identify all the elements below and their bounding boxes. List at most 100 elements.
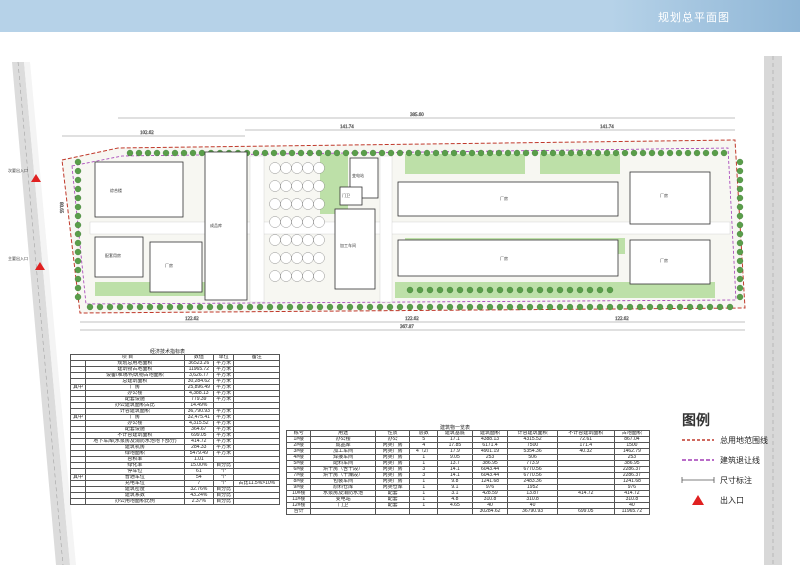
- tree: [266, 303, 274, 311]
- tree: [74, 158, 82, 166]
- storage-tank: [280, 216, 292, 228]
- tree: [297, 149, 305, 157]
- legend-item: 总用地范围线: [680, 434, 790, 448]
- table-cell: 平方米: [212, 366, 235, 373]
- tree: [342, 149, 350, 157]
- building-label: 综合楼: [110, 187, 122, 193]
- tree: [626, 303, 634, 311]
- tree: [406, 303, 414, 311]
- table-cell: 平方米: [212, 432, 235, 439]
- legend-label: 出入口: [720, 496, 744, 505]
- table-cell: 4,315.52: [183, 420, 214, 427]
- tree: [566, 303, 574, 311]
- tree: [74, 185, 82, 193]
- tree: [441, 149, 449, 157]
- tree: [276, 303, 284, 311]
- table-cell: 平方米: [212, 414, 235, 421]
- tree: [351, 149, 359, 157]
- table-cell: 平方米: [212, 378, 235, 385]
- tree: [406, 286, 414, 294]
- tree: [226, 303, 234, 311]
- table-cell: [70, 498, 86, 505]
- tree: [606, 303, 614, 311]
- storage-tank: [269, 270, 281, 282]
- tree: [252, 149, 260, 157]
- tree: [646, 303, 654, 311]
- tree: [546, 303, 554, 311]
- tree: [74, 212, 82, 220]
- storage-tank: [313, 234, 325, 246]
- tree: [496, 303, 504, 311]
- table-cell: 30,284.62: [183, 378, 214, 385]
- tree: [369, 149, 377, 157]
- tree: [296, 303, 304, 311]
- table-row: 办公用地面积比例 2.37% 百分比: [70, 498, 280, 505]
- title-bar: 规划总平面图: [0, 0, 800, 32]
- tree: [346, 303, 354, 311]
- building-b6: [629, 171, 711, 225]
- table-cell: 32,475.41: [183, 414, 214, 421]
- table-cell: 11965.72: [613, 508, 651, 515]
- storage-tank: [313, 252, 325, 264]
- tree: [436, 286, 444, 294]
- tree: [396, 303, 404, 311]
- tree: [414, 149, 422, 157]
- tree: [656, 303, 664, 311]
- tree: [536, 303, 544, 311]
- tree: [476, 303, 484, 311]
- table-cell: [233, 498, 280, 505]
- tree: [736, 266, 744, 274]
- tree: [736, 176, 744, 184]
- tree: [556, 303, 564, 311]
- tree: [693, 149, 701, 157]
- building-label: 成品库: [210, 222, 222, 228]
- tree: [450, 149, 458, 157]
- tree: [446, 286, 454, 294]
- tree: [486, 303, 494, 311]
- left-road: [12, 61, 76, 565]
- tree: [621, 149, 629, 157]
- table-cell: 百分比: [212, 498, 235, 505]
- tree: [736, 158, 744, 166]
- tree: [180, 149, 188, 157]
- tree: [162, 149, 170, 157]
- table-cell: [374, 508, 411, 515]
- tree: [636, 303, 644, 311]
- tree: [176, 303, 184, 311]
- tree: [106, 303, 114, 311]
- tree: [531, 149, 539, 157]
- tree: [366, 303, 374, 311]
- tree: [476, 286, 484, 294]
- dimension-label: 102.62: [140, 131, 154, 136]
- storage-tank: [269, 252, 281, 264]
- tree: [594, 149, 602, 157]
- tree: [686, 303, 694, 311]
- table-cell: 地下车库(水泵房及消防水池地下部分): [84, 438, 185, 445]
- dimension-label: 122.62: [405, 317, 419, 322]
- tree: [676, 303, 684, 311]
- tree: [716, 303, 724, 311]
- dimension-label: 367.87: [400, 325, 414, 330]
- tree: [586, 303, 594, 311]
- table-cell: [310, 508, 376, 515]
- legend-swatch-setback: [682, 459, 714, 461]
- tech-table: 项 目数值 单位 备注 规划总用地面积 36523.26 平方米 建筑物占地面积 11965.…: [70, 354, 280, 505]
- table-cell: [437, 508, 473, 515]
- tree: [736, 167, 744, 175]
- building-table: 栋号 用途 性质 层数 建筑基底 建筑面积 计容建筑面积 不计容建筑面积 占地面积 1#楼 办公楼办…: [285, 430, 651, 515]
- legend-label: 尺寸标注: [720, 476, 752, 485]
- storage-tank: [313, 180, 325, 192]
- tree: [236, 303, 244, 311]
- dimension-label: 385.60: [410, 113, 424, 118]
- building-label: 厂房: [165, 262, 173, 268]
- tree: [206, 303, 214, 311]
- storage-tank: [291, 216, 303, 228]
- tree: [726, 303, 734, 311]
- table-cell: 平方米: [212, 372, 235, 379]
- tree: [706, 303, 714, 311]
- tree: [256, 303, 264, 311]
- building-label: 加工车间: [340, 242, 356, 248]
- tree: [74, 194, 82, 202]
- tree: [336, 303, 344, 311]
- tree: [146, 303, 154, 311]
